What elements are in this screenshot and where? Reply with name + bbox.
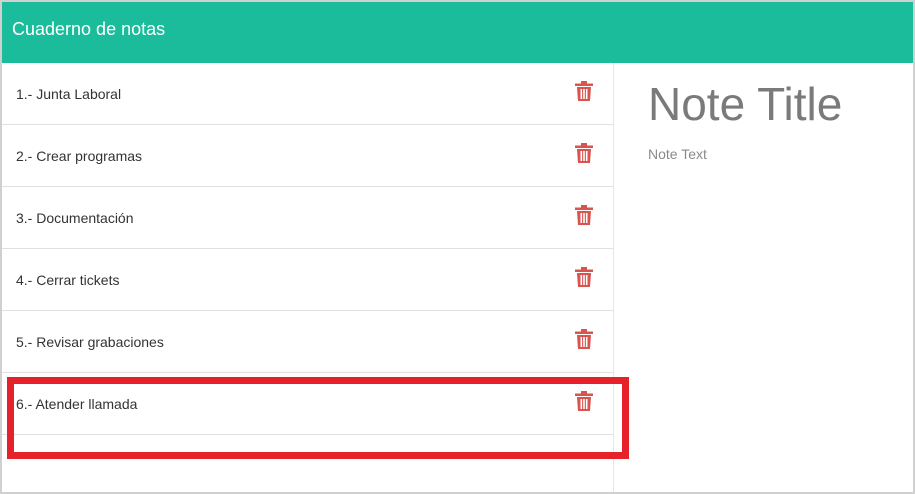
note-label[interactable]: 2.- Crear programas: [16, 147, 142, 165]
list-item[interactable]: 6.- Atender llamada: [2, 373, 613, 435]
app-window: Cuaderno de notas 1.- Junta Laboral 2.- …: [0, 0, 915, 494]
trash-icon[interactable]: [575, 329, 597, 351]
note-list: 1.- Junta Laboral 2.- Crear programas 3.…: [2, 63, 614, 492]
trash-icon[interactable]: [575, 391, 597, 413]
navbar: Cuaderno de notas: [2, 2, 913, 63]
app-title[interactable]: Cuaderno de notas: [12, 18, 165, 40]
trash-icon[interactable]: [575, 81, 597, 103]
list-item[interactable]: 2.- Crear programas: [2, 125, 613, 187]
trash-icon[interactable]: [575, 143, 597, 165]
note-text-input[interactable]: Note Text: [648, 145, 707, 163]
list-item[interactable]: 4.- Cerrar tickets: [2, 249, 613, 311]
note-label[interactable]: 6.- Atender llamada: [16, 395, 137, 413]
trash-icon[interactable]: [575, 267, 597, 289]
list-item[interactable]: 1.- Junta Laboral: [2, 63, 613, 125]
note-title-input[interactable]: Note Title: [648, 77, 842, 131]
note-label[interactable]: 3.- Documentación: [16, 209, 134, 227]
note-label[interactable]: 4.- Cerrar tickets: [16, 271, 119, 289]
note-label[interactable]: 5.- Revisar grabaciones: [16, 333, 164, 351]
trash-icon[interactable]: [575, 205, 597, 227]
note-label[interactable]: 1.- Junta Laboral: [16, 85, 121, 103]
list-item[interactable]: 3.- Documentación: [2, 187, 613, 249]
note-editor: Note Title Note Text: [614, 63, 913, 492]
list-item[interactable]: 5.- Revisar grabaciones: [2, 311, 613, 373]
